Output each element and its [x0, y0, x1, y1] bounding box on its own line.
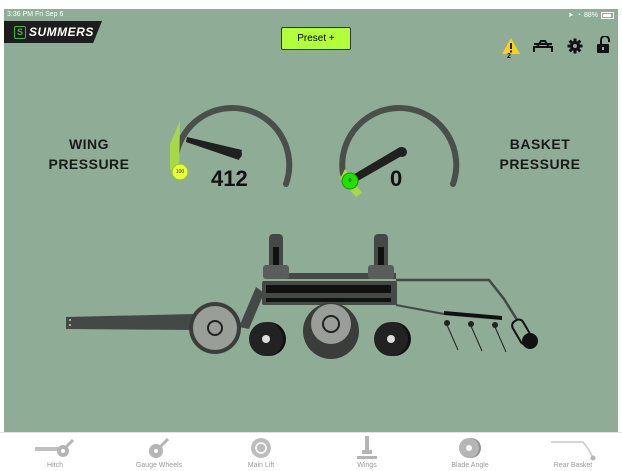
wings-icon — [357, 436, 377, 459]
tab-blade-angle[interactable]: Blade Angle — [425, 433, 515, 471]
tab-rear-basket-label: Rear Basket — [553, 462, 593, 469]
tab-gauge-wheels[interactable]: Gauge Wheels — [114, 433, 204, 471]
basket-setpoint-value: 0 — [348, 178, 352, 184]
tab-hitch-label: Hitch — [47, 462, 63, 469]
tab-main-lift-label: Main Lift — [247, 462, 275, 469]
wing-pressure-value: 412 — [211, 166, 248, 191]
blade-icon — [459, 438, 481, 458]
hitch-tab-icon — [35, 438, 75, 457]
basket-pressure-value: 0 — [390, 166, 403, 191]
tab-wings-label: Wings — [357, 462, 377, 469]
implement-drawing — [66, 234, 538, 359]
wheel-icon — [251, 438, 271, 458]
bottom-tab-bar: Hitch Gauge Wheels Main Lift Wings Blade… — [0, 432, 622, 471]
tab-rear-basket[interactable]: Rear Basket — [528, 433, 618, 471]
tab-wings[interactable]: Wings — [322, 433, 412, 471]
tab-blade-angle-label: Blade Angle — [451, 462, 489, 469]
tab-hitch[interactable]: Hitch — [10, 433, 100, 471]
wing-setpoint-value: 100 — [175, 169, 185, 175]
machine-diagram — [66, 104, 538, 359]
basket-icon — [551, 441, 596, 461]
app-screen: 3:36 PM Fri Sep 6 ➤ ◔ 88% S SUMMERS Pres… — [4, 9, 618, 432]
tab-main-lift[interactable]: Main Lift — [216, 433, 306, 471]
gauge-wheel-icon — [149, 437, 170, 458]
tab-gauge-wheels-label: Gauge Wheels — [135, 462, 183, 469]
